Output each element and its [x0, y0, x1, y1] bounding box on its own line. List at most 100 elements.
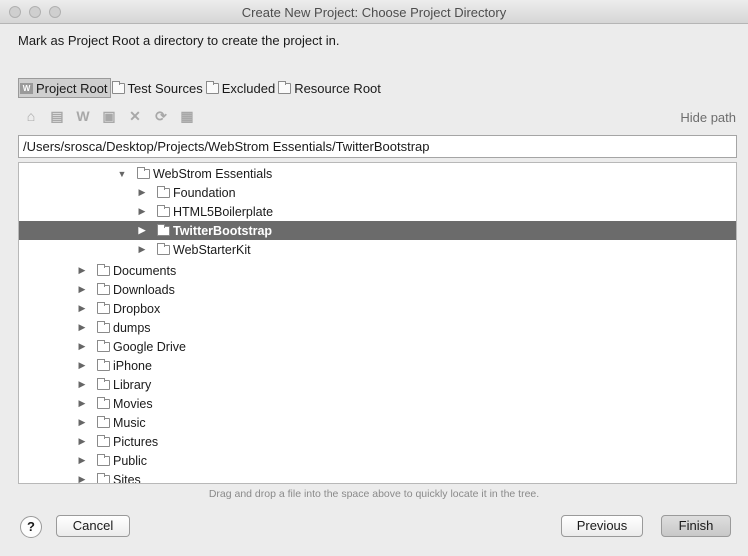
tree-row-label: Pictures: [113, 434, 159, 449]
chevron-right-icon[interactable]: ▶: [77, 322, 87, 333]
tree-row-label: Library: [113, 377, 152, 392]
tree-row-label: Movies: [113, 396, 153, 411]
chevron-right-icon[interactable]: ▶: [77, 265, 87, 276]
tab-excluded[interactable]: Excluded: [205, 78, 277, 98]
finish-button[interactable]: Finish: [661, 515, 731, 537]
folder-icon: [97, 396, 110, 409]
tree-row-label: Google Drive: [113, 339, 186, 354]
previous-button[interactable]: Previous: [561, 515, 643, 537]
tab-project-root[interactable]: W Project Root: [18, 78, 111, 98]
help-button[interactable]: ?: [20, 516, 42, 538]
folder-icon: [157, 242, 170, 255]
folder-icon: [97, 301, 110, 314]
home-icon[interactable]: ⌂: [20, 106, 42, 126]
folder-icon: [137, 166, 150, 179]
tree-row-label: dumps: [113, 320, 151, 335]
tree-row-label: Documents: [113, 263, 177, 278]
chevron-right-icon[interactable]: ▶: [77, 474, 87, 483]
tree-row[interactable]: ▶ Music: [19, 413, 736, 432]
tree-row-selected[interactable]: ▶ TwitterBootstrap: [19, 221, 736, 240]
drag-drop-hint: Drag and drop a file into the space abov…: [208, 488, 540, 500]
tree-row-label: Music: [113, 415, 146, 430]
folder-icon: [97, 263, 110, 276]
hide-path-link[interactable]: Hide path: [680, 110, 736, 125]
tree-row-label: Public: [113, 453, 148, 468]
folder-icon: [97, 377, 110, 390]
tree-row-label: iPhone: [113, 358, 152, 373]
chevron-right-icon[interactable]: ▶: [137, 187, 147, 198]
chevron-right-icon[interactable]: ▶: [77, 379, 87, 390]
new-folder-icon[interactable]: ▣: [98, 106, 120, 126]
folder-icon: [278, 80, 292, 94]
title-bar: Create New Project: Choose Project Direc…: [0, 0, 748, 24]
tree-row-label: HTML5Boilerplate: [173, 204, 274, 219]
webstorm-icon: W: [20, 82, 33, 94]
tree-row[interactable]: ▶ HTML5Boilerplate: [19, 202, 736, 221]
folder-icon: [97, 453, 110, 466]
tab-label: Test Sources: [127, 80, 203, 96]
chevron-right-icon[interactable]: ▶: [77, 436, 87, 447]
tree-row-label: Downloads: [113, 282, 175, 297]
tree-row-label: Foundation: [173, 185, 236, 200]
tree-row[interactable]: ▶ Downloads: [19, 280, 736, 299]
tab-resource-root[interactable]: Resource Root: [277, 78, 383, 98]
folder-icon: [111, 80, 125, 94]
window-title: Create New Project: Choose Project Direc…: [241, 5, 507, 20]
tree-row[interactable]: ▶ Movies: [19, 394, 736, 413]
delete-icon[interactable]: ✕: [124, 106, 146, 126]
root-type-tabs: W Project Root Test Sources Excluded Res…: [18, 78, 383, 98]
tree-row-label: WebStarterKit: [173, 242, 251, 257]
folder-icon: [97, 358, 110, 371]
tree-row[interactable]: ▶ Foundation: [19, 183, 736, 202]
tree-row[interactable]: ▼ WebStrom Essentials: [19, 164, 736, 183]
tree-row[interactable]: ▶ Dropbox: [19, 299, 736, 318]
tree-row-label: Sites: [113, 472, 141, 484]
cancel-button[interactable]: Cancel: [56, 515, 130, 537]
chevron-right-icon[interactable]: ▶: [77, 341, 87, 352]
folder-icon: [97, 434, 110, 447]
folder-icon: [97, 320, 110, 333]
folder-icon: [97, 415, 110, 428]
tab-label: Project Root: [36, 80, 108, 96]
chevron-right-icon[interactable]: ▶: [137, 225, 147, 236]
tree-row-label: TwitterBootstrap: [173, 223, 273, 238]
folder-icon: [97, 282, 110, 295]
chevron-right-icon[interactable]: ▶: [77, 360, 87, 371]
folder-icon: [205, 80, 219, 94]
folder-icon: [97, 472, 110, 483]
path-input[interactable]: /Users/srosca/Desktop/Projects/WebStrom …: [18, 135, 737, 158]
folder-icon: [157, 204, 170, 217]
folder-icon: [157, 185, 170, 198]
tree-row[interactable]: ▶ Pictures: [19, 432, 736, 451]
desktop-icon[interactable]: ▤: [46, 106, 68, 126]
tree-row[interactable]: ▶ Google Drive: [19, 337, 736, 356]
tab-label: Resource Root: [294, 80, 381, 96]
folder-icon: [97, 339, 110, 352]
chevron-right-icon[interactable]: ▶: [77, 417, 87, 428]
project-icon[interactable]: W: [72, 106, 94, 126]
refresh-icon[interactable]: ⟳: [150, 106, 172, 126]
tree-toolbar: ⌂ ▤ W ▣ ✕ ⟳ ▦: [20, 106, 202, 126]
tree-row[interactable]: ▶ Sites: [19, 470, 736, 484]
tab-test-sources[interactable]: Test Sources: [111, 78, 205, 98]
chevron-right-icon[interactable]: ▶: [77, 455, 87, 466]
tree-row-label: WebStrom Essentials: [153, 166, 273, 181]
tree-row[interactable]: ▶ WebStarterKit: [19, 240, 736, 259]
tree-row[interactable]: ▶ dumps: [19, 318, 736, 337]
folder-icon: [157, 223, 170, 236]
directory-tree[interactable]: ▼ WebStrom Essentials ▶ Foundation ▶ HTM…: [18, 162, 737, 484]
chevron-right-icon[interactable]: ▶: [77, 398, 87, 409]
chevron-right-icon[interactable]: ▶: [137, 206, 147, 217]
tree-row[interactable]: ▶ Library: [19, 375, 736, 394]
chevron-right-icon[interactable]: ▶: [137, 244, 147, 255]
tree-row[interactable]: ▶ iPhone: [19, 356, 736, 375]
chevron-right-icon[interactable]: ▶: [77, 303, 87, 314]
show-hidden-icon[interactable]: ▦: [176, 106, 198, 126]
chevron-down-icon[interactable]: ▼: [117, 169, 127, 179]
tab-label: Excluded: [221, 80, 276, 96]
chevron-right-icon[interactable]: ▶: [77, 284, 87, 295]
tree-row[interactable]: ▶ Public: [19, 451, 736, 470]
tree-row-label: Dropbox: [113, 301, 161, 316]
tree-row[interactable]: ▶ Documents: [19, 261, 736, 280]
instruction-text: Mark as Project Root a directory to crea…: [18, 33, 340, 48]
